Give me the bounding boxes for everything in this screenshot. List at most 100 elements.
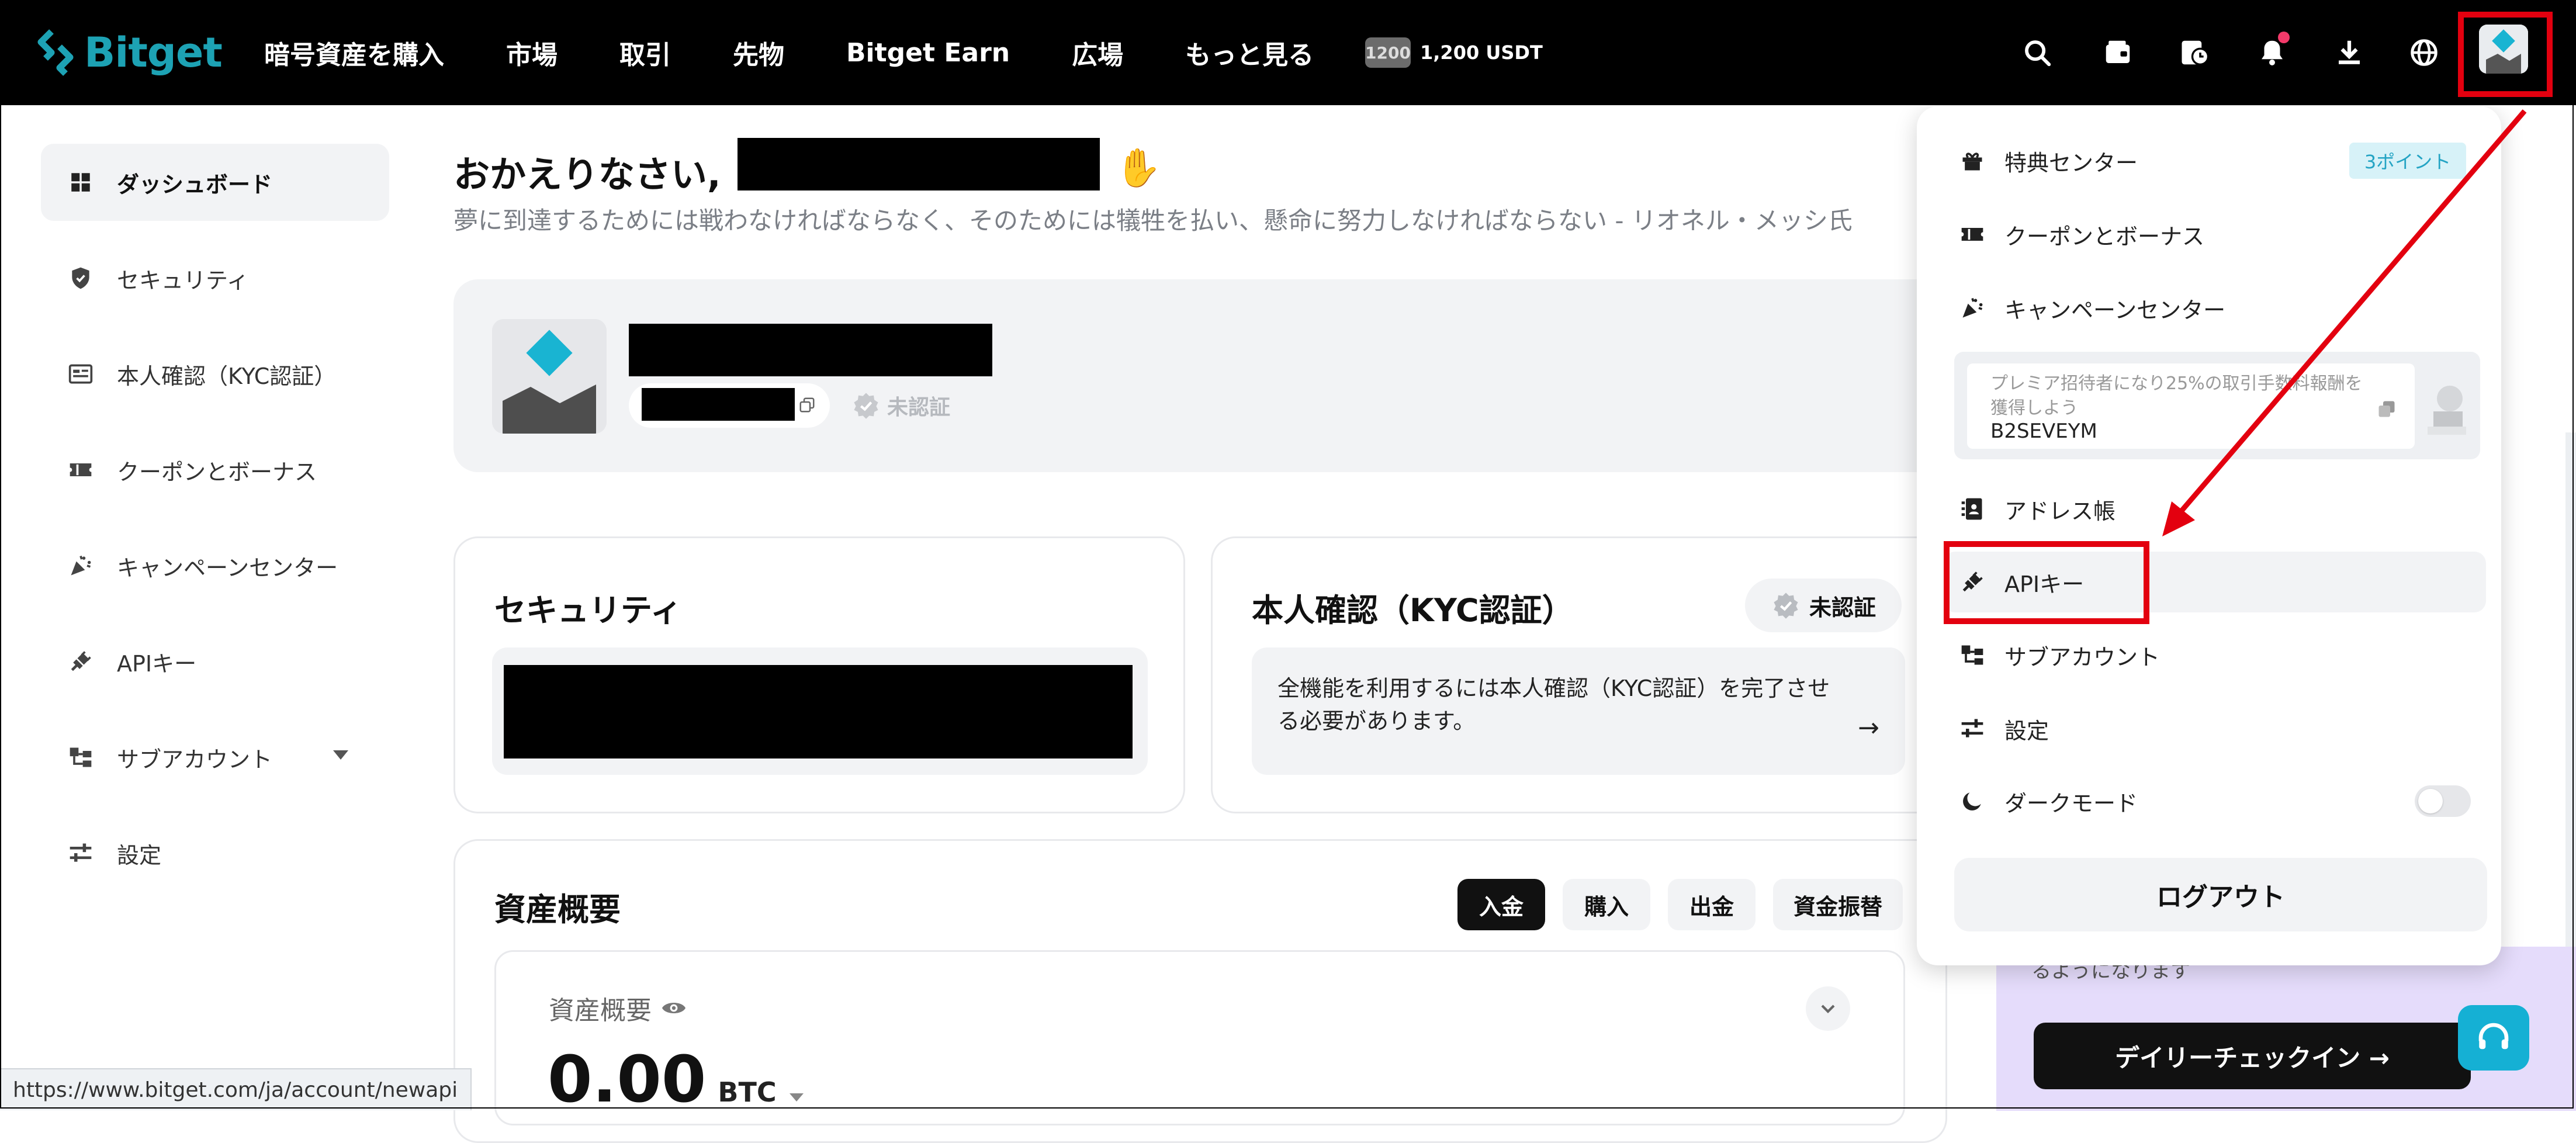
security-card-title: セキュリティ [494, 592, 682, 629]
moon-icon [1958, 787, 1987, 816]
logout-button[interactable]: ログアウト [1954, 858, 2487, 931]
sidebar-item-dashboard[interactable]: ダッシュボード [41, 144, 389, 221]
points-badge: 3ポイント [2349, 143, 2466, 179]
gift-icon [1958, 146, 1987, 175]
buy-button[interactable]: 購入 [1563, 879, 1650, 930]
menu-item-address-book[interactable]: アドレス帳 [1917, 477, 2501, 541]
sidebar-item-kyc[interactable]: 本人確認（KYC認証） [41, 335, 389, 413]
referral-code-box: プレミア招待者になり25%の取引手数料報酬を獲得しよう B2SEVEYM [1967, 363, 2415, 449]
address-book-icon [1958, 494, 1987, 524]
party-popper-icon [67, 552, 95, 580]
menu-item-label: クーポンとボーナス [2004, 223, 2205, 250]
wallet-icon[interactable] [2099, 34, 2137, 71]
transfer-button[interactable]: 資金振替 [1773, 879, 1903, 930]
shield-icon [67, 264, 95, 292]
trophy-icon [2428, 386, 2466, 435]
profile-card: 未認証 [453, 279, 1973, 472]
kyc-card-title: 本人確認（KYC認証） [1252, 592, 1574, 629]
redacted-uid [642, 388, 795, 421]
sidebar-item-label: 設定 [117, 842, 162, 868]
download-icon[interactable] [2331, 34, 2368, 71]
caret-down-icon [789, 1093, 804, 1102]
redacted-nickname [629, 324, 992, 376]
copy-icon[interactable] [798, 396, 816, 414]
kyc-status-text: 未認証 [1809, 594, 1876, 621]
kyc-message: 全機能を利用するには本人確認（KYC認証）を完了させる必要があります。 [1277, 676, 1830, 734]
sidebar-item-label: APIキー [117, 650, 197, 677]
search-icon[interactable] [2018, 34, 2056, 71]
sidebar-item-label: 本人確認（KYC認証） [117, 363, 337, 389]
history-icon[interactable] [2176, 34, 2214, 71]
sidebar-item-settings[interactable]: 設定 [41, 815, 389, 892]
menu-item-sub-accounts[interactable]: サブアカウント [1917, 623, 2501, 687]
menu-item-label: 設定 [2004, 718, 2049, 744]
waving-hand-icon: ✋ [1115, 147, 1162, 190]
status-bar-url: https://www.bitget.com/ja/account/newapi [0, 1068, 472, 1110]
notification-dot [2278, 32, 2290, 43]
nav-trade[interactable]: 取引 [619, 34, 671, 71]
sidebar-item-label: サブアカウント [117, 746, 273, 773]
daily-checkin-button[interactable]: デイリーチェックイン → [2034, 1023, 2471, 1089]
asset-unit-selector[interactable]: BTC [718, 1076, 804, 1108]
support-chat-button[interactable] [2458, 1005, 2529, 1071]
menu-item-label: ダークモード [2004, 790, 2138, 816]
ticket-icon [67, 456, 95, 484]
nav-markets[interactable]: 市場 [506, 34, 558, 71]
menu-item-label: キャンペーンセンター [2004, 297, 2226, 323]
referral-description: プレミア招待者になり25%の取引手数料報酬を獲得しよう [1990, 373, 2363, 418]
bitget-logo-icon [37, 29, 74, 76]
nav-buy-crypto[interactable]: 暗号資産を購入 [264, 34, 444, 71]
nav-square[interactable]: 広場 [1072, 34, 1123, 71]
referral-banner[interactable]: プレミア招待者になり25%の取引手数料報酬を獲得しよう B2SEVEYM [1954, 352, 2480, 459]
copy-icon[interactable] [2376, 399, 2397, 420]
referral-code: B2SEVEYM [1990, 420, 2097, 443]
sidebar-item-label: ダッシュボード [117, 171, 273, 198]
nav-earn[interactable]: Bitget Earn [846, 38, 1010, 68]
promo-badge-icon: 1200 [1365, 37, 1411, 68]
kyc-status-badge: 未認証 [1745, 579, 1902, 632]
id-card-icon [67, 360, 95, 388]
brand-name: Bitget [84, 29, 223, 77]
sidebar-item-coupons[interactable]: クーポンとボーナス [41, 431, 389, 508]
sub-account-icon [1958, 640, 1987, 670]
kyc-message-box[interactable]: 全機能を利用するには本人確認（KYC認証）を完了させる必要があります。 → [1252, 647, 1905, 775]
headset-icon [2478, 1023, 2509, 1050]
menu-item-settings[interactable]: 設定 [1917, 697, 2501, 761]
asset-overview-panel: 資産概要 0.00 BTC [494, 950, 1905, 1125]
verification-status-text: 未認証 [887, 396, 951, 420]
nav-futures[interactable]: 先物 [733, 34, 784, 71]
bitget-logo[interactable]: Bitget [35, 25, 223, 81]
ticket-icon [1958, 220, 1987, 249]
redacted-security-info [504, 665, 1133, 758]
sidebar-item-api-keys[interactable]: APIキー [41, 623, 389, 700]
bell-icon[interactable] [2253, 32, 2291, 71]
sidebar-item-security[interactable]: セキュリティ [41, 240, 389, 317]
menu-item-coupons[interactable]: クーポンとボーナス [1917, 202, 2501, 266]
sidebar-item-sub-accounts[interactable]: サブアカウント [41, 719, 389, 796]
verified-badge-icon [854, 393, 878, 419]
chevron-down-icon[interactable] [1806, 986, 1850, 1031]
menu-item-campaign-center[interactable]: キャンペーンセンター [1917, 276, 2501, 340]
verification-status: 未認証 [851, 387, 950, 424]
promo-reward[interactable]: 1200 1,200 USDT [1365, 34, 1543, 71]
caret-down-icon[interactable] [333, 750, 348, 760]
withdraw-button[interactable]: 出金 [1668, 879, 1756, 930]
promo-text: 1,200 USDT [1420, 41, 1543, 64]
arrow-right-icon: → [1858, 713, 1879, 743]
avatar[interactable] [492, 319, 607, 434]
asset-overview-label: 資産概要 [549, 989, 688, 1027]
menu-item-label: サブアカウント [2004, 644, 2160, 670]
asset-total: 0.00 BTC [548, 1042, 804, 1117]
dark-mode-toggle[interactable] [2415, 785, 2471, 817]
menu-item-rewards-center[interactable]: 特典センター 3ポイント [1917, 129, 2501, 193]
asset-total-value: 0.00 [548, 1042, 707, 1117]
eye-icon[interactable] [660, 994, 688, 1022]
top-navigation-bar: Bitget 暗号資産を購入 市場 取引 先物 Bitget Earn 広場 も… [0, 0, 2576, 105]
globe-icon[interactable] [2405, 34, 2443, 71]
assets-card-title: 資産概要 [494, 891, 621, 928]
verified-badge-icon [1774, 593, 1798, 619]
asset-unit-text: BTC [718, 1076, 777, 1108]
nav-more[interactable]: もっと見る [1185, 34, 1314, 71]
sidebar-item-campaign-center[interactable]: キャンペーンセンター [41, 527, 389, 604]
deposit-button[interactable]: 入金 [1457, 879, 1545, 930]
